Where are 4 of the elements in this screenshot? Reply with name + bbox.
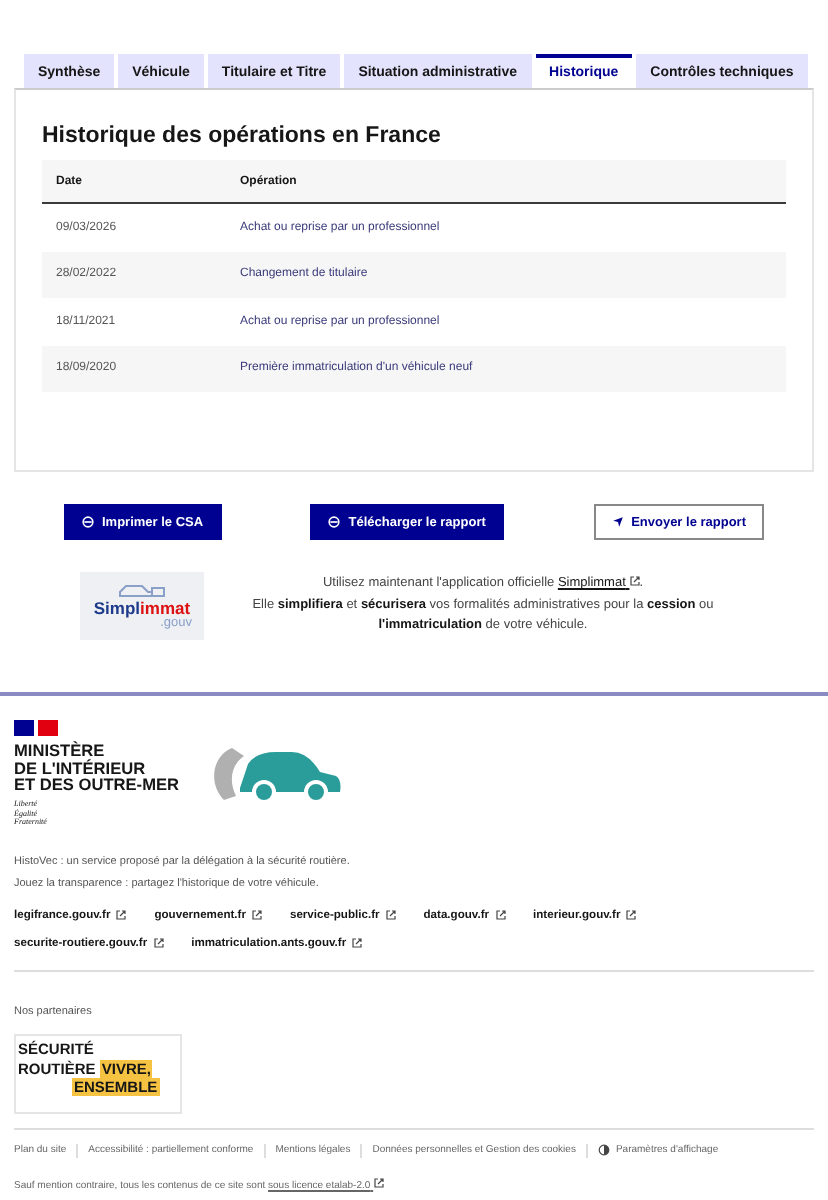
- section-title: Historique des opérations en France: [42, 124, 443, 148]
- ministry-name: DE L'INTÉRIEUR: [14, 759, 148, 777]
- ministry-name: ET DES OUTRE-MER: [14, 776, 180, 795]
- ministry-name: MINISTÈRE: [14, 742, 105, 760]
